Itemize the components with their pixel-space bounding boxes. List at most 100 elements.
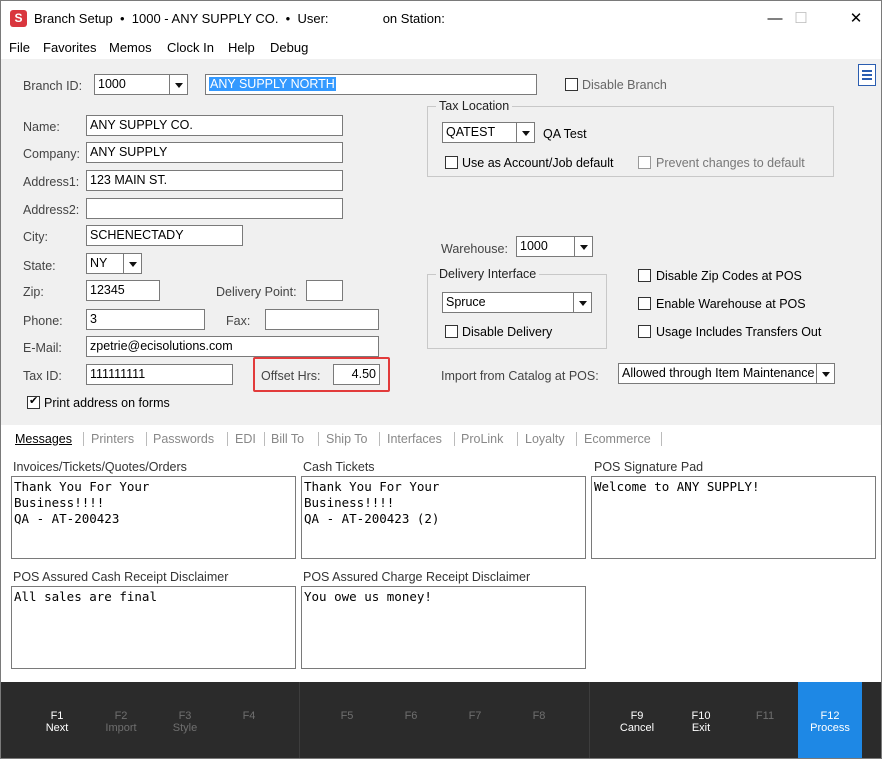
branch-id-label: Branch ID: [23, 79, 83, 93]
fax-input[interactable] [265, 309, 379, 330]
chevron-down-icon [816, 364, 834, 383]
maximize-button[interactable]: ☐ [783, 7, 819, 31]
address1-input[interactable]: 123 MAIN ST. [86, 170, 343, 191]
signature-pad-label: POS Signature Pad [594, 460, 704, 474]
tab-messages[interactable]: Messages [15, 432, 72, 446]
zip-input[interactable]: 12345 [86, 280, 160, 301]
signature-pad-textarea[interactable]: Welcome to ANY SUPPLY! [591, 476, 876, 559]
email-input[interactable]: zpetrie@ecisolutions.com [86, 336, 379, 357]
prevent-changes-checkbox[interactable] [638, 156, 651, 169]
fkey-label: F1 [50, 710, 64, 722]
chevron-down-icon [573, 293, 591, 312]
warehouse-label: Warehouse: [441, 242, 508, 256]
fax-label: Fax: [226, 314, 251, 328]
f8-button[interactable]: F8 [507, 682, 571, 758]
tab-printers[interactable]: Printers [91, 432, 134, 446]
delivery-interface-select[interactable]: Spruce [442, 292, 592, 313]
fkey-label: F12 [820, 710, 840, 722]
fkey-label: F11 [755, 710, 775, 722]
fkey-separator [299, 682, 300, 758]
usage-transfers-checkbox[interactable] [638, 325, 651, 338]
tab-ship-to[interactable]: Ship To [326, 432, 367, 446]
menu-memos[interactable]: Memos [109, 40, 152, 55]
cash-disclaimer-label: POS Assured Cash Receipt Disclaimer [13, 570, 229, 584]
cash-tickets-textarea[interactable]: Thank You For Your Business!!!! QA - AT-… [301, 476, 586, 559]
use-default-label: Use as Account/Job default [462, 156, 614, 170]
import-catalog-select[interactable]: Allowed through Item Maintenance [618, 363, 835, 384]
tab-separator [454, 432, 455, 446]
hamburger-menu-icon[interactable] [858, 64, 876, 86]
branch-setup-window: S Branch Setup • 1000 - ANY SUPPLY CO. •… [0, 0, 882, 759]
tab-separator [576, 432, 577, 446]
delivery-interface-value: Spruce [446, 295, 486, 309]
delivery-point-input[interactable] [306, 280, 343, 301]
tab-separator [517, 432, 518, 446]
menu-clock-in[interactable]: Clock In [167, 40, 214, 55]
tab-passwords[interactable]: Passwords [153, 432, 214, 446]
fkey-name: Cancel [619, 722, 655, 734]
tab-separator [379, 432, 380, 446]
tab-ecommerce[interactable]: Ecommerce [584, 432, 651, 446]
chevron-down-icon [169, 75, 187, 94]
menu-favorites[interactable]: Favorites [43, 40, 96, 55]
tab-separator [227, 432, 228, 446]
branch-id-select[interactable]: 1000 [94, 74, 188, 95]
tab-prolink[interactable]: ProLink [461, 432, 503, 446]
taxid-input[interactable]: 111111111 [86, 364, 233, 385]
f4-button[interactable]: F4 [217, 682, 281, 758]
disable-branch-checkbox[interactable] [565, 78, 578, 91]
app-logo-icon: S [10, 10, 27, 27]
close-button[interactable]: ✕ [838, 7, 874, 31]
f1-next-button[interactable]: F1 Next [25, 682, 89, 758]
fkey-name: Style [172, 722, 198, 734]
disable-zip-checkbox[interactable] [638, 269, 651, 282]
company-input[interactable]: ANY SUPPLY [86, 142, 343, 163]
f2-import-button[interactable]: F2 Import [89, 682, 153, 758]
fkey-label: F9 [630, 710, 644, 722]
tax-location-select[interactable]: QATEST [442, 122, 535, 143]
city-label: City: [23, 230, 48, 244]
tab-interfaces[interactable]: Interfaces [387, 432, 442, 446]
f12-process-button[interactable]: F12 Process [798, 682, 862, 758]
tab-separator [83, 432, 84, 446]
city-input[interactable]: SCHENECTADY [86, 225, 243, 246]
use-default-checkbox[interactable] [445, 156, 458, 169]
menu-debug[interactable]: Debug [270, 40, 308, 55]
menu-help[interactable]: Help [228, 40, 255, 55]
f10-exit-button[interactable]: F10 Exit [669, 682, 733, 758]
f3-style-button[interactable]: F3 Style [153, 682, 217, 758]
cash-disclaimer-textarea[interactable]: All sales are final [11, 586, 296, 669]
f5-button[interactable]: F5 [315, 682, 379, 758]
fkey-label: F10 [691, 710, 711, 722]
prevent-changes-label: Prevent changes to default [656, 156, 805, 170]
fkey-label: F7 [468, 710, 482, 722]
charge-disclaimer-label: POS Assured Charge Receipt Disclaimer [303, 570, 531, 584]
state-select[interactable]: NY [86, 253, 142, 274]
enable-warehouse-checkbox[interactable] [638, 297, 651, 310]
tab-edi[interactable]: EDI [235, 432, 256, 446]
f9-cancel-button[interactable]: F9 Cancel [605, 682, 669, 758]
branch-name-input[interactable]: ANY SUPPLY NORTH [205, 74, 537, 95]
invoices-message-textarea[interactable]: Thank You For Your Business!!!! QA - AT-… [11, 476, 296, 559]
disable-delivery-checkbox[interactable] [445, 325, 458, 338]
f7-button[interactable]: F7 [443, 682, 507, 758]
phone-input[interactable]: 3 [86, 309, 205, 330]
warehouse-select[interactable]: 1000 [516, 236, 593, 257]
chevron-down-icon [516, 123, 534, 142]
fkey-label: F3 [178, 710, 192, 722]
f6-button[interactable]: F6 [379, 682, 443, 758]
offset-hrs-input[interactable]: 4.50 [333, 364, 380, 385]
fkey-label: F8 [532, 710, 546, 722]
name-input[interactable]: ANY SUPPLY CO. [86, 115, 343, 136]
address2-input[interactable] [86, 198, 343, 219]
tab-bill-to[interactable]: Bill To [271, 432, 304, 446]
f11-button[interactable]: F11 [733, 682, 797, 758]
window-title: Branch Setup • 1000 - ANY SUPPLY CO. • U… [34, 11, 445, 26]
tab-separator [318, 432, 319, 446]
fkey-label: F2 [114, 710, 128, 722]
menu-file[interactable]: File [9, 40, 30, 55]
print-address-checkbox[interactable] [27, 394, 40, 409]
delivery-point-label: Delivery Point: [216, 285, 297, 299]
charge-disclaimer-textarea[interactable]: You owe us money! [301, 586, 586, 669]
tab-loyalty[interactable]: Loyalty [525, 432, 565, 446]
